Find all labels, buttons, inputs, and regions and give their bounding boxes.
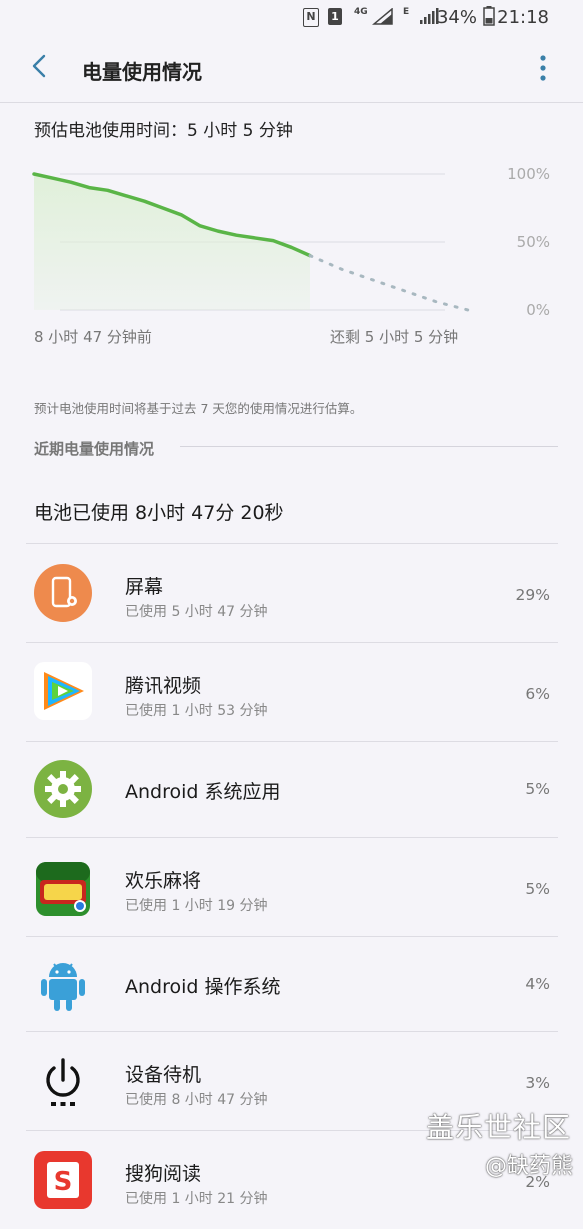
y-tick-label: 0% <box>526 301 550 319</box>
watermark-user: @缺药熊 <box>484 1154 573 1179</box>
section-title: 近期电量使用情况 <box>34 440 155 458</box>
list-item[interactable]: 腾讯视频 已使用 1 小时 53 分钟 6% <box>26 642 558 741</box>
chart-end-label: 还剩 5 小时 5 分钟 <box>330 328 459 346</box>
mahjong-game-icon <box>36 862 90 916</box>
svg-text:S: S <box>54 1167 73 1197</box>
more-options-icon[interactable] <box>533 52 553 84</box>
app-usage-time: 已使用 1 小时 21 分钟 <box>125 1191 268 1207</box>
back-arrow-icon[interactable] <box>22 48 58 84</box>
battery-icon <box>483 6 495 26</box>
tencent-video-icon <box>34 662 92 720</box>
app-percent: 29% <box>515 586 550 604</box>
android-os-icon <box>41 963 85 1011</box>
app-percent: 5% <box>525 780 550 798</box>
list-item[interactable]: Android 系统应用 5% <box>26 741 558 837</box>
battery-chart: 100% 50% 0% <box>32 165 550 319</box>
list-item[interactable]: 屏幕 已使用 5 小时 47 分钟 29% <box>26 543 558 642</box>
projection-line <box>308 254 470 312</box>
network-type-icon: 4G <box>354 7 368 17</box>
battery-used-total: 电池已使用 8小时 47分 20秒 <box>34 502 284 524</box>
y-tick-label: 100% <box>507 165 550 183</box>
chart-start-label: 8 小时 47 分钟前 <box>34 328 152 346</box>
app-usage-time: 已使用 5 小时 47 分钟 <box>125 604 268 620</box>
estimated-time: 预估电池使用时间：5 小时 5 分钟 <box>34 121 293 141</box>
history-area <box>34 174 310 310</box>
y-tick-label: 50% <box>517 233 550 251</box>
standby-power-icon <box>46 1058 80 1106</box>
signal-icon <box>372 8 393 25</box>
nfc-icon: N <box>303 8 319 27</box>
app-bar: 电量使用情况 <box>0 34 583 103</box>
app-percent: 4% <box>525 975 550 993</box>
app-name: Android 操作系统 <box>125 976 281 998</box>
app-usage-time: 已使用 1 小时 19 分钟 <box>125 898 268 914</box>
sogou-reader-icon: S <box>34 1151 92 1209</box>
app-name: 腾讯视频 <box>125 675 202 697</box>
list-item[interactable]: Android 操作系统 4% <box>26 936 558 1031</box>
sim-icon: 1 <box>328 8 342 25</box>
estimate-note: 预计电池使用时间将基于过去 7 天您的使用情况进行估算。 <box>34 401 363 416</box>
android-system-apps-icon <box>34 760 92 818</box>
app-name: 设备待机 <box>125 1064 202 1086</box>
page-title: 电量使用情况 <box>82 60 202 84</box>
clock: 21:18 <box>497 7 549 28</box>
app-name: 欢乐麻将 <box>125 870 202 892</box>
app-name: Android 系统应用 <box>125 781 281 803</box>
app-usage-time: 已使用 8 小时 47 分钟 <box>125 1092 268 1108</box>
watermark-community: 盖乐世社区 <box>425 1111 571 1144</box>
screen-icon <box>34 564 92 622</box>
app-percent: 3% <box>525 1074 550 1092</box>
section-divider <box>180 446 558 447</box>
app-percent: 5% <box>525 880 550 898</box>
app-usage-time: 已使用 1 小时 53 分钟 <box>125 703 268 719</box>
app-name: 屏幕 <box>125 576 164 598</box>
list-item[interactable]: 欢乐麻将 已使用 1 小时 19 分钟 5% <box>26 837 558 936</box>
battery-percent: 34% <box>436 7 477 28</box>
status-bar: N 1 4G E 34% 21:18 <box>0 0 583 34</box>
app-name: 搜狗阅读 <box>125 1163 202 1185</box>
app-percent: 6% <box>525 685 550 703</box>
edge-label: E <box>403 7 410 17</box>
